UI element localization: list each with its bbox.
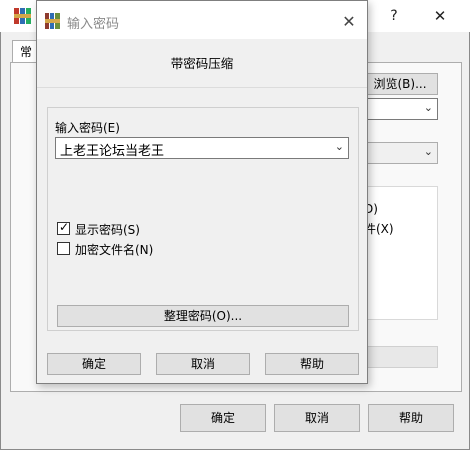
cancel-button[interactable]: 取消	[156, 353, 250, 375]
encrypt-filenames-checkbox[interactable]	[57, 242, 70, 255]
checkmark-icon: ✓	[59, 220, 70, 234]
back-help-button[interactable]: 帮助	[368, 404, 454, 432]
browse-button[interactable]: 浏览(B)...	[362, 73, 438, 95]
winrar-app-icon	[45, 13, 60, 29]
show-password-checkbox[interactable]: ✓	[57, 220, 70, 235]
back-tab-label: 常	[20, 45, 33, 59]
back-combo-archive-name[interactable]: ⌄	[360, 98, 438, 120]
show-password-label[interactable]: 显示密码(S)	[75, 221, 140, 238]
dialog-heading: 带密码压缩	[170, 56, 234, 71]
chevron-down-icon: ⌄	[423, 145, 433, 158]
organize-passwords-button[interactable]: 整理密码(O)...	[57, 305, 349, 327]
back-help-icon[interactable]: ?	[378, 4, 410, 28]
close-icon[interactable]: ✕	[337, 11, 361, 33]
help-button[interactable]: 帮助	[265, 353, 359, 375]
back-ok-button[interactable]: 确定	[180, 404, 266, 432]
chevron-down-icon[interactable]: ⌄	[335, 140, 344, 153]
back-close-icon[interactable]: ✕	[424, 4, 456, 28]
back-combo-format[interactable]: ⌄	[360, 142, 438, 164]
divider	[37, 87, 367, 88]
encrypt-filenames-label[interactable]: 加密文件名(N)	[75, 241, 153, 258]
back-option-2-label: 件(X)	[364, 222, 394, 236]
back-cancel-button[interactable]: 取消	[274, 404, 360, 432]
password-dialog: 输入密码 ✕ 带密码压缩 输入密码(E) 上老王论坛当老王 ⌄ ✓ 显示密码(S…	[36, 0, 368, 384]
back-field-disabled	[360, 346, 438, 368]
password-label: 输入密码(E)	[55, 121, 120, 135]
ok-button[interactable]: 确定	[47, 353, 141, 375]
password-combo[interactable]: 上老王论坛当老王 ⌄	[55, 137, 349, 159]
dialog-title: 输入密码	[67, 17, 120, 32]
chevron-down-icon: ⌄	[423, 101, 433, 114]
winrar-app-icon	[14, 8, 31, 24]
password-value: 上老王论坛当老王	[60, 144, 165, 159]
